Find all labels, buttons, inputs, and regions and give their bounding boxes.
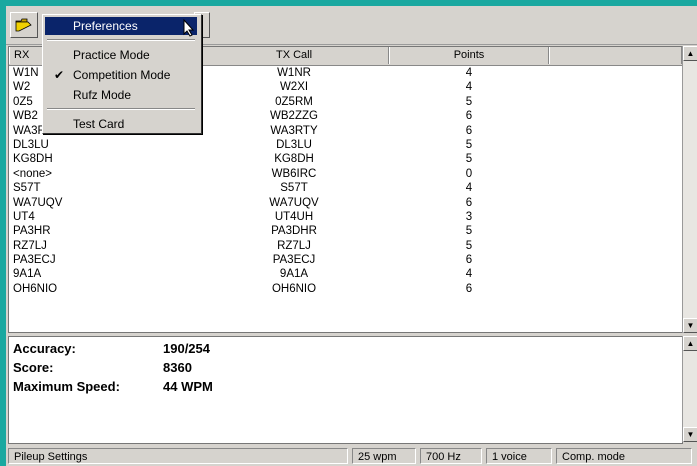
- points-cell: 0: [465, 167, 473, 180]
- points-cell: 5: [465, 138, 473, 151]
- rx-call-cell: WB2: [13, 110, 38, 123]
- menu-item-label: Practice Mode: [73, 48, 150, 62]
- accuracy-label: Accuracy:: [13, 341, 76, 356]
- stats-panel: Accuracy: 190/254 Score: 8360 Maximum Sp…: [8, 336, 683, 444]
- list-scrollbar[interactable]: ▲ ▼: [682, 46, 697, 333]
- rx-call-cell: 0Z5: [13, 95, 33, 108]
- accuracy-value: 190/254: [163, 341, 210, 356]
- tx-call-cell: W1NR: [277, 67, 311, 79]
- table-row[interactable]: PA3HR PA3DHR 5: [9, 224, 682, 238]
- arrow-up-icon[interactable]: ▲: [683, 46, 697, 61]
- rx-call-cell: RZ7LJ: [13, 239, 47, 252]
- table-row[interactable]: S57T S57T 4: [9, 181, 682, 195]
- column-header-points[interactable]: Points: [389, 47, 549, 64]
- status-voice: 1 voice: [486, 448, 552, 464]
- rx-call-cell: <none>: [13, 167, 53, 180]
- arrow-up-icon[interactable]: ▲: [683, 336, 697, 351]
- table-row[interactable]: DL3LU DL3LU 5: [9, 138, 682, 152]
- rx-call-cell: DL3LU: [13, 138, 49, 151]
- menu-item-label: Competition Mode: [73, 68, 171, 82]
- points-cell: 4: [465, 67, 473, 79]
- tx-call-cell: DL3LU: [276, 138, 312, 151]
- open-button[interactable]: [10, 12, 38, 38]
- points-cell: 5: [465, 239, 473, 252]
- stats-scrollbar[interactable]: ▲ ▼: [682, 336, 697, 442]
- tx-call-cell: S57T: [280, 182, 308, 195]
- tx-call-cell: RZ7LJ: [277, 239, 311, 252]
- points-cell: 5: [465, 225, 473, 238]
- tx-call-cell: UT4UH: [274, 210, 314, 223]
- rx-call-cell: UT4: [13, 210, 35, 223]
- arrow-down-icon[interactable]: ▼: [683, 427, 697, 442]
- table-row[interactable]: WA7UQV WA7UQV 6: [9, 196, 682, 210]
- tx-call-cell: KG8DH: [274, 153, 314, 166]
- menu-item-label: Test Card: [73, 117, 125, 131]
- rx-call-cell: PA3HR: [13, 225, 51, 238]
- rx-call-cell: KG8DH: [13, 153, 53, 166]
- menu-item-label: Preferences: [73, 19, 138, 33]
- score-label: Score:: [13, 360, 54, 375]
- points-cell: 5: [465, 95, 473, 108]
- table-row[interactable]: <none> WB6IRC 0: [9, 167, 682, 181]
- dropdown-menu: Preferences Practice Mode ✔ Competition …: [42, 14, 202, 134]
- tx-call-cell: WB6IRC: [271, 167, 317, 180]
- points-cell: 6: [465, 110, 473, 123]
- tx-call-cell: WB2ZZG: [270, 110, 318, 123]
- column-header-empty: [549, 47, 682, 64]
- rx-call-cell: W1N: [13, 67, 39, 79]
- points-cell: 6: [465, 124, 473, 137]
- menu-item-label: Rufz Mode: [73, 88, 132, 102]
- tx-call-cell: W2XI: [279, 81, 309, 94]
- checkmark-icon: ✔: [54, 68, 65, 82]
- tx-call-cell: WA3RTY: [270, 124, 318, 137]
- app-window: RX TX Call Points W1N W1NR 4 W2 W2XI 4 0Z5 0Z5R…: [6, 6, 697, 466]
- rx-call-cell: 9A1A: [13, 268, 42, 281]
- score-value: 8360: [163, 360, 192, 375]
- column-header-tx-call[interactable]: TX Call: [199, 47, 389, 64]
- menu-item-preferences[interactable]: Preferences: [45, 17, 197, 35]
- menu-item-competition-mode[interactable]: ✔ Competition Mode: [45, 66, 197, 84]
- rx-call-cell: OH6NIO: [13, 282, 58, 295]
- table-row[interactable]: OH6NIO OH6NIO 6: [9, 282, 682, 296]
- table-row[interactable]: PA3ECJ PA3ECJ 6: [9, 253, 682, 267]
- points-cell: 6: [465, 254, 473, 267]
- status-settings: Pileup Settings: [8, 448, 348, 464]
- status-hz: 700 Hz: [420, 448, 482, 464]
- tx-call-cell: OH6NIO: [271, 282, 317, 295]
- mouse-cursor-icon: [183, 19, 195, 37]
- max-speed-value: 44 WPM: [163, 379, 213, 394]
- folder-open-icon: [15, 18, 32, 32]
- status-mode: Comp. mode: [556, 448, 692, 464]
- table-row[interactable]: KG8DH KG8DH 5: [9, 152, 682, 166]
- menu-item-rufz-mode[interactable]: Rufz Mode: [45, 86, 197, 104]
- max-speed-label: Maximum Speed:: [13, 379, 120, 394]
- points-cell: 4: [465, 268, 473, 281]
- points-cell: 4: [465, 182, 473, 195]
- menu-separator: [47, 39, 195, 41]
- points-cell: 6: [465, 196, 473, 209]
- status-bar: Pileup Settings 25 wpm 700 Hz 1 voice Co…: [6, 446, 697, 466]
- arrow-down-icon[interactable]: ▼: [683, 318, 697, 333]
- status-wpm: 25 wpm: [352, 448, 416, 464]
- table-row[interactable]: RZ7LJ RZ7LJ 5: [9, 239, 682, 253]
- rx-call-cell: W2: [13, 81, 31, 94]
- menu-item-test-card[interactable]: Test Card: [45, 115, 197, 133]
- table-row[interactable]: UT4 UT4UH 3: [9, 210, 682, 224]
- tx-call-cell: 0Z5RM: [275, 95, 313, 108]
- table-row[interactable]: 9A1A 9A1A 4: [9, 267, 682, 281]
- tx-call-cell: 9A1A: [279, 268, 309, 281]
- tx-call-cell: WA7UQV: [269, 196, 319, 209]
- tx-call-cell: PA3ECJ: [272, 254, 316, 267]
- tx-call-cell: PA3DHR: [271, 225, 317, 238]
- rx-call-cell: WA7UQV: [13, 196, 63, 209]
- menu-item-practice-mode[interactable]: Practice Mode: [45, 46, 197, 64]
- menu-separator: [47, 108, 195, 110]
- points-cell: 3: [465, 210, 473, 223]
- points-cell: 4: [465, 81, 473, 94]
- rx-call-cell: S57T: [13, 182, 41, 195]
- rx-call-cell: PA3ECJ: [13, 254, 56, 267]
- points-cell: 6: [465, 282, 473, 295]
- points-cell: 5: [465, 153, 473, 166]
